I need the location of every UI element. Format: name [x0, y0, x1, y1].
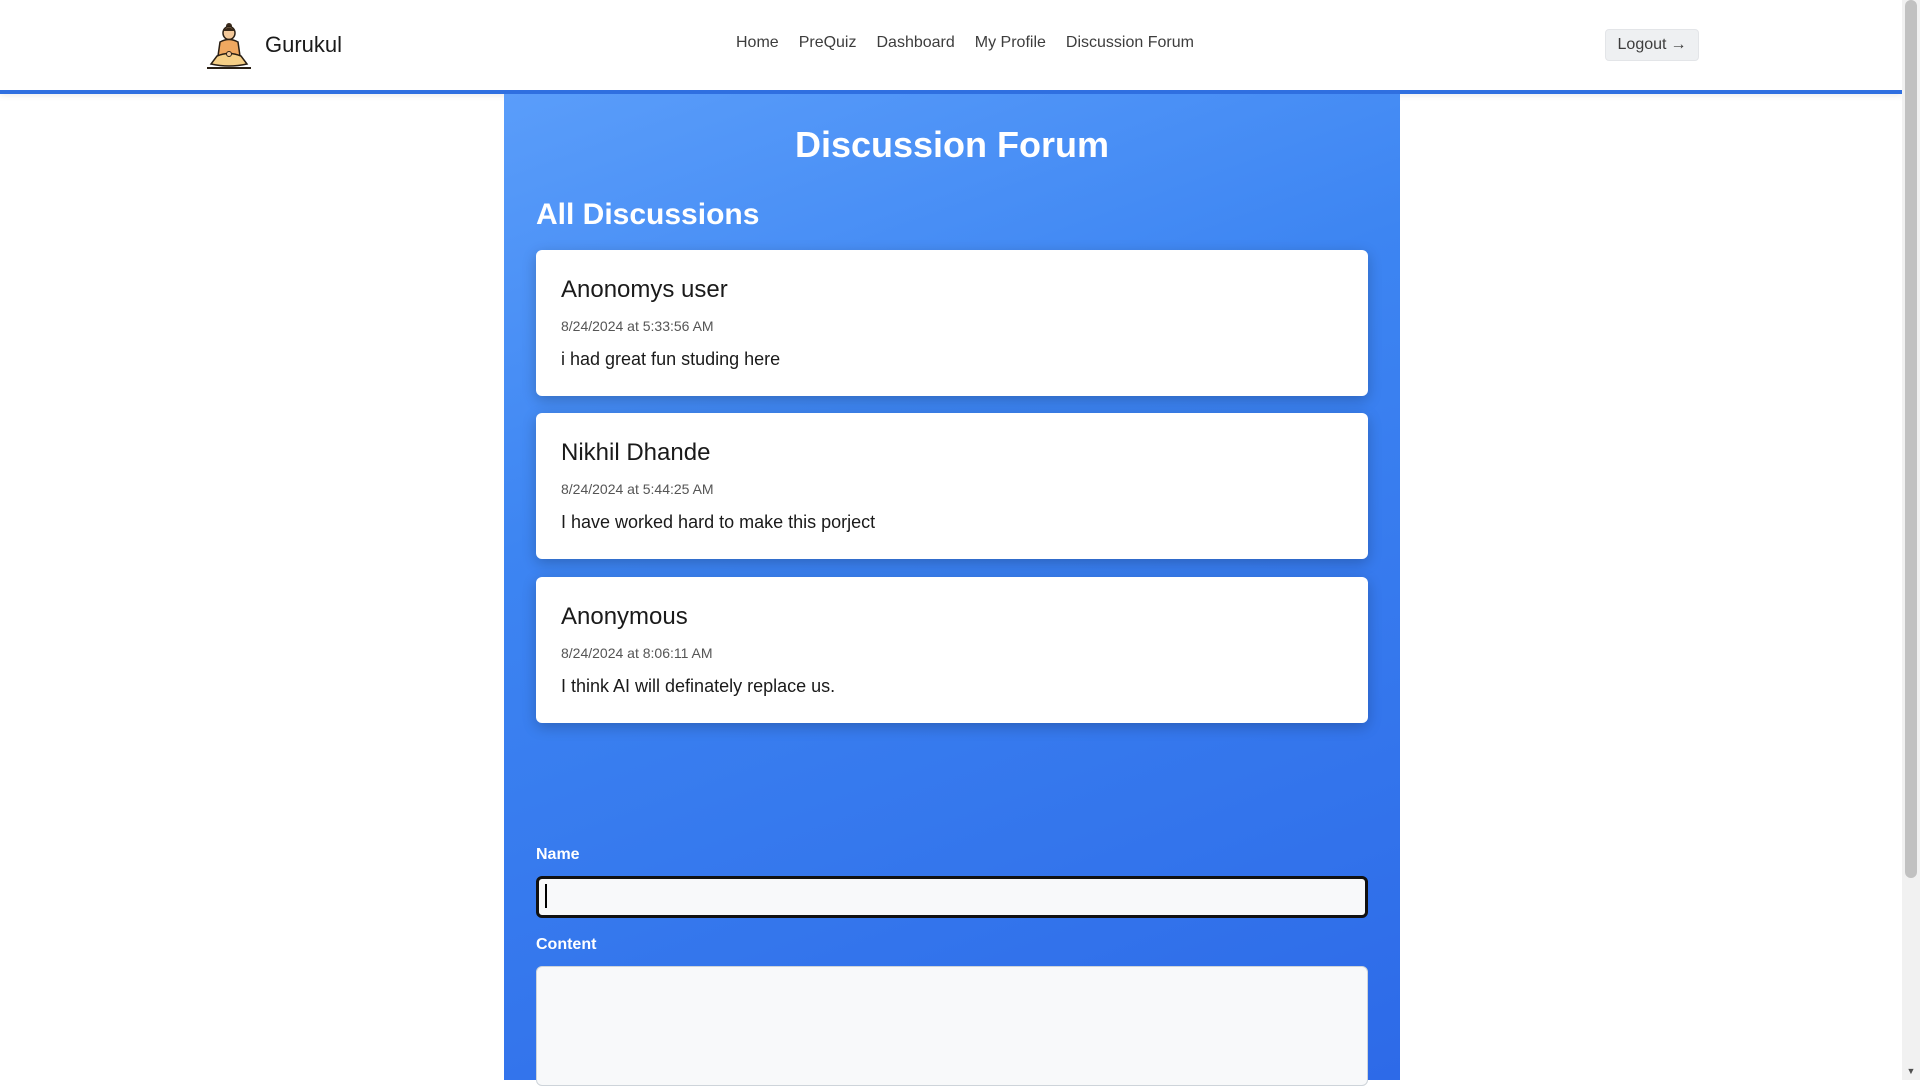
content-textarea[interactable]: [536, 966, 1368, 1086]
scroll-down-arrow-icon[interactable]: ▼: [1905, 1066, 1917, 1076]
nav-links: Home PreQuiz Dashboard My Profile Discus…: [736, 34, 1194, 52]
brand[interactable]: Gurukul: [203, 18, 342, 72]
discussion-card: Nikhil Dhande 8/24/2024 at 5:44:25 AM I …: [536, 413, 1368, 559]
discussion-card: Anonomys user 8/24/2024 at 5:33:56 AM i …: [536, 250, 1368, 396]
discussion-timestamp: 8/24/2024 at 8:06:11 AM: [561, 645, 713, 661]
arrow-right-icon: →: [1670, 36, 1687, 53]
discussion-card: Anonymous 8/24/2024 at 8:06:11 AM I thin…: [536, 577, 1368, 723]
top-navbar: Gurukul Home PreQuiz Dashboard My Profil…: [0, 0, 1902, 94]
discussion-content: I have worked hard to make this porject: [561, 512, 876, 532]
nav-link-home[interactable]: Home: [736, 34, 779, 52]
logout-button[interactable]: Logout →: [1605, 29, 1699, 61]
nav-link-dashboard[interactable]: Dashboard: [876, 34, 954, 52]
nav-link-prequiz[interactable]: PreQuiz: [799, 34, 857, 52]
brand-name: Gurukul: [265, 32, 343, 57]
name-input[interactable]: [536, 876, 1368, 918]
discussion-content: I think AI will definately replace us.: [561, 676, 836, 696]
meditating-figure-icon: [207, 23, 251, 69]
scrollbar-thumb[interactable]: [1905, 0, 1917, 878]
discussion-timestamp: 8/24/2024 at 5:33:56 AM: [561, 318, 714, 334]
page-title: Discussion Forum: [794, 124, 1110, 165]
discussion-content: i had great fun studing here: [561, 349, 781, 369]
section-title: All Discussions: [536, 198, 760, 231]
text-caret: [545, 884, 547, 908]
nav-link-my-profile[interactable]: My Profile: [975, 34, 1046, 52]
discussion-author: Nikhil Dhande: [561, 439, 711, 466]
content-label: Content: [536, 936, 597, 953]
name-label: Name: [536, 846, 580, 863]
nav-link-discussion-forum[interactable]: Discussion Forum: [1066, 34, 1194, 52]
logout-label: Logout: [1617, 36, 1667, 53]
discussion-timestamp: 8/24/2024 at 5:44:25 AM: [561, 481, 714, 497]
forum-panel: Discussion Forum All Discussions Anonomy…: [504, 94, 1400, 1086]
discussion-author: Anonomys user: [561, 276, 728, 303]
discussion-author: Anonymous: [561, 603, 688, 630]
